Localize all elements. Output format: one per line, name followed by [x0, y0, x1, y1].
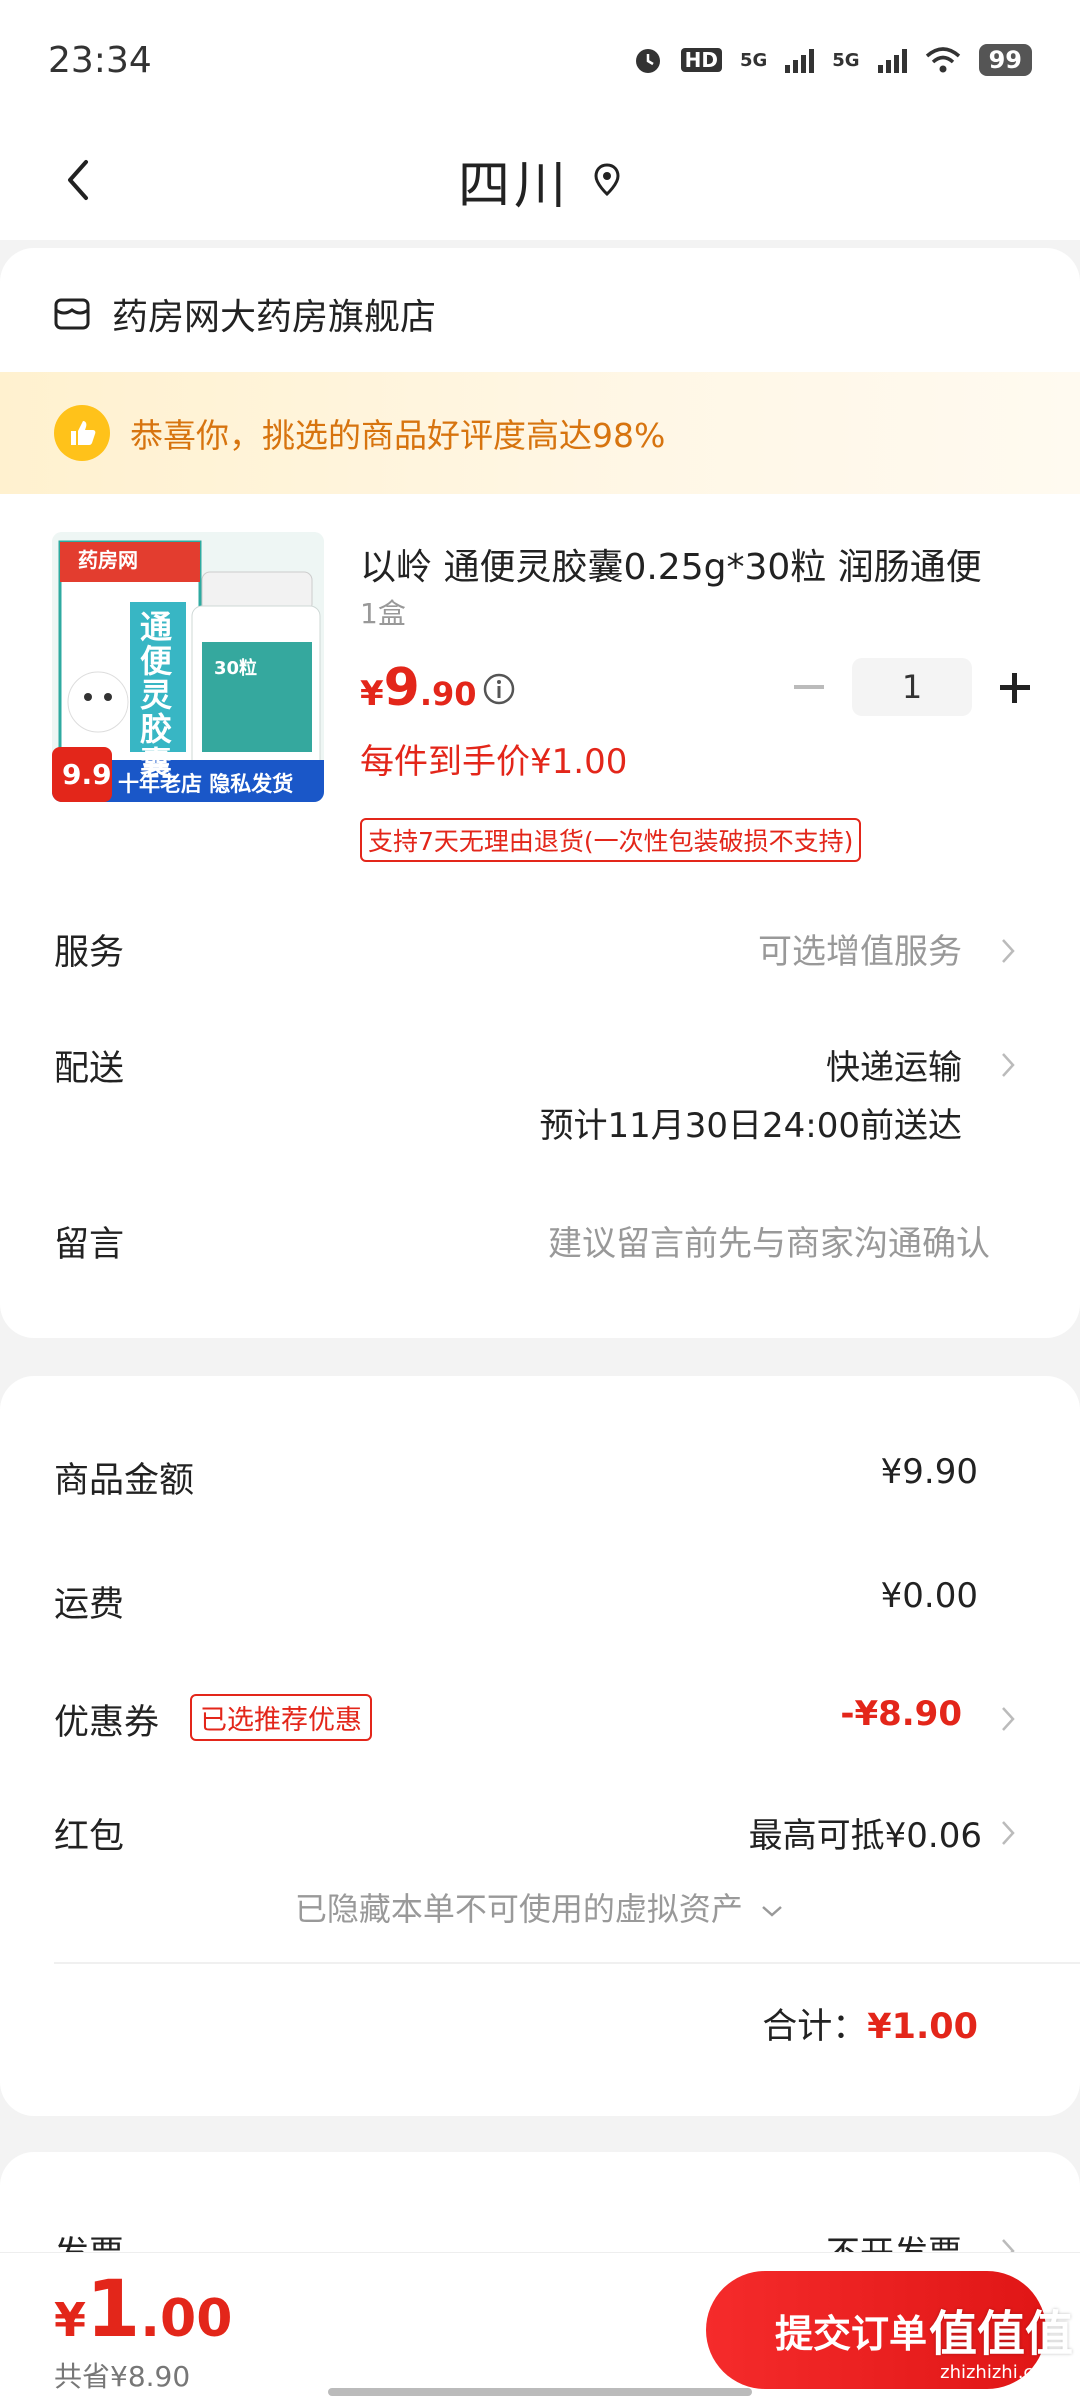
- status-time: 23:34: [48, 39, 152, 81]
- message-input[interactable]: 建议留言前先与商家沟通确认: [548, 1216, 990, 1265]
- checkout-price-symbol: ¥: [54, 2293, 87, 2347]
- hidden-assets-toggle[interactable]: 已隐藏本单不可使用的虚拟资产: [0, 1884, 1080, 1930]
- divider: [54, 1962, 1080, 1964]
- saved-amount: 共省¥8.90: [54, 2360, 191, 2393]
- redpacket-value[interactable]: 最高可抵¥0.06: [749, 1808, 982, 1857]
- signal-icon-2: [877, 47, 907, 73]
- status-icons: HD 5G 5G 99: [633, 44, 1032, 76]
- signal-5g-label-1: 5G: [739, 49, 768, 71]
- shipping-label: 运费: [54, 1585, 125, 1625]
- product-image[interactable]: 药房网 通便灵胶囊 30粒 9.9 十年老店 隐私发货: [52, 532, 324, 802]
- order-item-card: 药房网大药房旗舰店 恭喜你，挑选的商品好评度高达98% 药房网 通便灵胶囊 30…: [0, 248, 1080, 1338]
- signal-icon: [785, 47, 815, 73]
- delivery-label: 配送: [54, 1049, 125, 1089]
- signal-5g-label-2: 5G: [832, 49, 860, 71]
- checkout-price: ¥ 1 .00: [54, 2265, 232, 2355]
- store-icon: [54, 298, 90, 330]
- message-label: 留言: [54, 1225, 125, 1265]
- service-label: 服务: [54, 933, 125, 973]
- price-integer: 9: [383, 658, 420, 718]
- store-name: 药房网大药房旗舰店: [112, 297, 437, 338]
- chevron-down-icon: [762, 1906, 782, 1917]
- product-image-brand: 药房网: [78, 548, 138, 572]
- product-image-count: 30粒: [214, 658, 258, 679]
- back-arrow-icon[interactable]: [50, 150, 110, 210]
- info-icon[interactable]: [482, 672, 516, 706]
- thumbs-up-icon: [54, 405, 110, 461]
- product-image-slogan: 十年老店 隐私发货: [118, 772, 294, 796]
- home-indicator[interactable]: [328, 2388, 752, 2396]
- price-summary-card: 商品金额 ¥9.90 运费 ¥0.00 优惠券 已选推荐优惠 -¥8.90 红包…: [0, 1376, 1080, 2116]
- order-total: 合计： ¥1.00: [762, 1998, 978, 2049]
- watermark: 值值值 zhizhizhi.com: [926, 2306, 1076, 2390]
- product-image-badge-price: 9.9: [62, 758, 112, 791]
- quantity-stepper: 1: [786, 658, 1038, 716]
- chevron-right-icon[interactable]: [998, 1048, 1018, 1082]
- coupon-value[interactable]: -¥8.90: [840, 1694, 962, 1734]
- alarm-icon: [635, 49, 660, 73]
- watermark-url: zhizhizhi.com: [940, 2362, 1062, 2383]
- product-price: ¥ 9 .90: [360, 658, 477, 718]
- total-value: ¥1.00: [867, 2007, 978, 2047]
- product-title[interactable]: 以岭 通便灵胶囊0.25g*30粒 润肠通便: [360, 538, 1030, 590]
- hidden-assets-text: 已隐藏本单不可使用的虚拟资产: [294, 1890, 743, 1928]
- unit-final-price: 每件到手价¥1.00: [360, 742, 628, 782]
- goods-amount-value: ¥9.90: [880, 1452, 978, 1492]
- product-spec: 1盒: [360, 597, 406, 630]
- chevron-right-icon[interactable]: [998, 934, 1018, 968]
- nav-bar: 四川: [0, 120, 1080, 240]
- chevron-right-icon[interactable]: [998, 1702, 1018, 1736]
- product-image-name: 通便灵胶囊: [140, 608, 173, 782]
- chevron-right-icon[interactable]: [998, 1816, 1018, 1850]
- page-title[interactable]: 四川: [458, 143, 570, 218]
- price-symbol: ¥: [360, 674, 384, 714]
- status-bar: 23:34 HD 5G 5G 99: [0, 0, 1080, 120]
- delivery-method[interactable]: 快递运输: [826, 1040, 962, 1089]
- rating-banner: 恭喜你，挑选的商品好评度高达98%: [0, 372, 1080, 494]
- delivery-eta: 预计11月30日24:00前送达: [539, 1106, 962, 1146]
- checkout-price-decimal: .00: [140, 2289, 233, 2349]
- decrease-quantity-button[interactable]: [786, 659, 832, 715]
- coupon-tag: 已选推荐优惠: [190, 1694, 372, 1741]
- increase-quantity-button[interactable]: [992, 659, 1038, 715]
- quantity-input[interactable]: 1: [852, 658, 972, 716]
- store-row[interactable]: 药房网大药房旗舰店: [52, 288, 436, 340]
- redpacket-label: 红包: [54, 1817, 125, 1857]
- goods-amount-label: 商品金额: [54, 1461, 195, 1501]
- coupon-label: 优惠券: [54, 1703, 160, 1743]
- checkout-bar: ¥ 1 .00 共省¥8.90 提交订单: [0, 2252, 1080, 2400]
- price-decimal: .90: [419, 675, 477, 713]
- shipping-value: ¥0.00: [880, 1576, 978, 1616]
- total-label: 合计：: [762, 2007, 868, 2047]
- rating-banner-text: 恭喜你，挑选的商品好评度高达98%: [130, 416, 666, 455]
- hd-icon: HD: [680, 48, 722, 72]
- watermark-logo: 值值值: [928, 2306, 1073, 2362]
- service-value[interactable]: 可选增值服务: [758, 924, 962, 973]
- battery-icon: 99: [978, 44, 1032, 76]
- return-policy-badge: 支持7天无理由退货(一次性包装破损不支持): [360, 818, 862, 862]
- checkout-price-integer: 1: [86, 2265, 141, 2355]
- location-pin-icon[interactable]: [592, 162, 622, 198]
- wifi-icon: [925, 47, 960, 73]
